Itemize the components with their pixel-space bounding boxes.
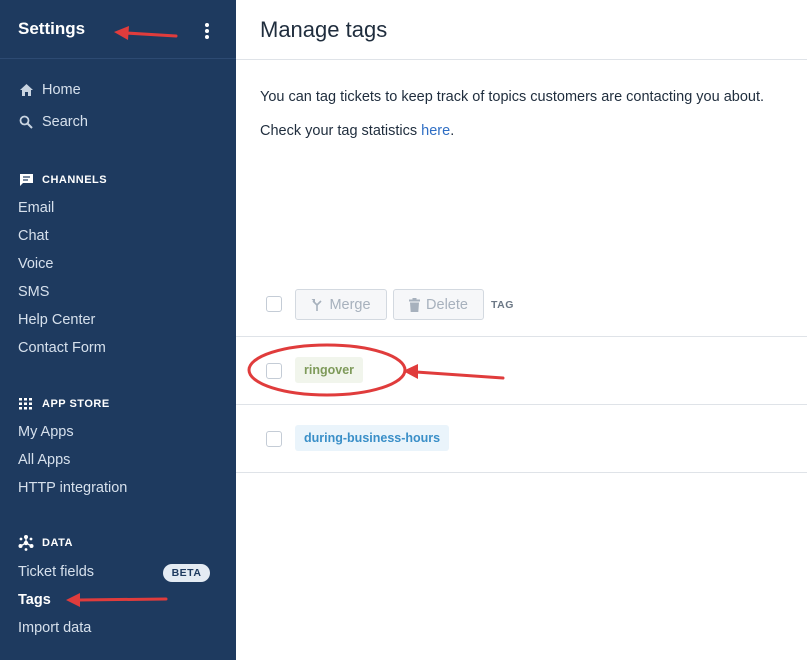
merge-button[interactable]: Merge: [295, 289, 387, 320]
sidebar-item-label: My Apps: [18, 424, 74, 440]
sidebar-item-label: Email: [18, 200, 55, 216]
sidebar-item-http-integration[interactable]: HTTP integration: [18, 480, 127, 496]
sidebar-header: Settings: [0, 0, 236, 59]
search-icon: [18, 114, 34, 130]
sidebar-item-label: Search: [42, 114, 88, 130]
merge-label: Merge: [329, 296, 371, 313]
main-content: Manage tags You can tag tickets to keep …: [236, 0, 807, 660]
trash-icon: [409, 297, 421, 312]
section-label: CHANNELS: [42, 174, 108, 186]
tag-chip[interactable]: ringover: [295, 357, 364, 383]
sidebar-item-label: Help Center: [18, 312, 96, 328]
sidebar-item-label: Home: [42, 82, 81, 98]
sidebar-item-label: SMS: [18, 284, 50, 300]
sidebar-item-label: All Apps: [18, 452, 71, 468]
sidebar-item-label: Import data: [18, 620, 92, 636]
sidebar-item-label: Tags: [18, 592, 51, 608]
tag-column-header: TAG: [491, 299, 514, 311]
table-row: during-business-hours: [236, 405, 807, 473]
delete-label: Delete: [426, 296, 468, 313]
home-icon: [18, 82, 34, 98]
sidebar-item-search[interactable]: Search: [18, 114, 88, 130]
sidebar-item-email[interactable]: Email: [18, 200, 54, 216]
sidebar-item-ticket-fields[interactable]: Ticket fields: [18, 564, 94, 580]
sidebar-item-voice[interactable]: Voice: [18, 256, 53, 272]
tags-toolbar: Merge Delete TAG: [236, 270, 807, 337]
section-channels: CHANNELS: [18, 172, 107, 188]
row-checkbox[interactable]: [266, 431, 282, 447]
section-label: APP STORE: [42, 398, 110, 410]
select-all-checkbox[interactable]: [266, 296, 282, 312]
settings-sidebar: Settings Home Search CHANNELS Email Chat…: [0, 0, 236, 660]
stats-text: Check your tag statistics here.: [260, 123, 454, 139]
sidebar-item-label: Contact Form: [18, 340, 106, 356]
sidebar-item-import-data[interactable]: Import data: [18, 620, 91, 636]
sidebar-item-help-center[interactable]: Help Center: [18, 312, 95, 328]
beta-badge: BETA: [163, 564, 210, 582]
row-checkbox[interactable]: [266, 363, 282, 379]
section-app-store: APP STORE: [18, 396, 110, 412]
stats-suffix: .: [450, 123, 455, 139]
table-row: ringover: [236, 337, 807, 405]
sidebar-item-label: Chat: [18, 228, 49, 244]
sidebar-title: Settings: [18, 19, 86, 38]
section-data: DATA: [18, 535, 73, 551]
tag-chip[interactable]: during-business-hours: [295, 425, 450, 451]
hub-icon: [18, 535, 34, 551]
sidebar-item-tags[interactable]: Tags: [18, 592, 51, 608]
sidebar-item-my-apps[interactable]: My Apps: [18, 424, 74, 440]
delete-button[interactable]: Delete: [393, 289, 484, 320]
grid-list-icon: [18, 396, 34, 412]
chat-bubble-icon: [18, 172, 34, 188]
sidebar-item-label: Ticket fields: [18, 564, 95, 580]
sidebar-item-contact-form[interactable]: Contact Form: [18, 340, 106, 356]
more-options-icon[interactable]: [201, 23, 213, 39]
page-title: Manage tags: [260, 16, 388, 42]
stats-link[interactable]: here: [421, 123, 450, 139]
section-label: DATA: [42, 537, 73, 549]
sidebar-item-home[interactable]: Home: [18, 82, 81, 98]
merge-icon: [311, 298, 323, 312]
sidebar-item-chat[interactable]: Chat: [18, 228, 49, 244]
sidebar-item-label: Voice: [18, 256, 54, 272]
sidebar-item-label: HTTP integration: [18, 480, 128, 496]
intro-text: You can tag tickets to keep track of top…: [260, 89, 765, 105]
sidebar-item-all-apps[interactable]: All Apps: [18, 452, 70, 468]
main-header: Manage tags: [236, 0, 807, 60]
stats-prefix: Check your tag statistics: [260, 123, 422, 139]
sidebar-item-sms[interactable]: SMS: [18, 284, 49, 300]
